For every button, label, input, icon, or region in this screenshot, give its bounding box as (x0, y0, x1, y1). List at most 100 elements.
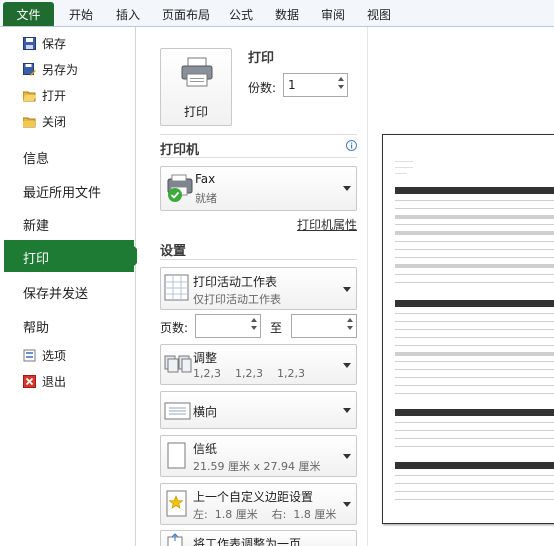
nav-print-label: 打印 (23, 252, 50, 267)
nav-open[interactable]: 打开 (22, 85, 66, 105)
preview-row (395, 282, 554, 283)
preview-row (395, 337, 554, 338)
preview-row (395, 430, 554, 431)
printer-dropdown[interactable]: Fax 就绪 (160, 166, 357, 211)
pages-to-label: 至 (270, 321, 283, 335)
open-folder-icon (22, 89, 36, 102)
nav-new[interactable]: 新建 (23, 214, 49, 234)
exit-icon (23, 374, 36, 388)
print-scope-dropdown[interactable]: 打印活动工作表 仅打印活动工作表 (160, 267, 357, 310)
save-as-icon (23, 62, 36, 76)
preview-page: —————— —————— ———— (382, 134, 554, 524)
printer-icon (181, 57, 213, 90)
ribbon-tab-bar: 文件 开始 插入 页面布局 公式 数据 审阅 视图 (0, 0, 554, 27)
nav-close[interactable]: 关闭 (22, 111, 67, 131)
tab-view[interactable]: 视图 (367, 6, 391, 23)
tab-page-layout[interactable]: 页面布局 (162, 6, 210, 23)
scaling-dropdown[interactable]: 将工作表调整为一页 (160, 530, 357, 546)
preview-row (395, 345, 554, 346)
scaling-title: 将工作表调整为一页 (193, 537, 302, 546)
copies-input[interactable]: 1 (283, 73, 348, 97)
preview-row (395, 483, 554, 484)
fax-printer-icon (165, 173, 195, 206)
pages-to-input[interactable] (291, 314, 357, 338)
paper-icon (167, 442, 189, 475)
preview-row (395, 224, 554, 225)
nav-save-label: 保存 (42, 36, 67, 51)
tab-insert[interactable]: 插入 (116, 6, 140, 23)
collate-desc: 1,2,3 1,2,3 1,2,3 (193, 367, 305, 380)
preview-row (395, 491, 554, 492)
printer-status: 就绪 (195, 192, 217, 205)
preview-row (395, 249, 554, 250)
orientation-title: 横向 (193, 405, 218, 419)
printer-name: Fax (195, 172, 216, 186)
nav-exit[interactable]: 退出 (23, 371, 66, 391)
tab-home[interactable]: 开始 (69, 6, 93, 23)
nav-save[interactable]: 保存 (23, 33, 66, 53)
close-folder-icon (22, 115, 36, 128)
tab-file[interactable]: 文件 (3, 2, 54, 26)
nav-save-send[interactable]: 保存并发送 (23, 282, 88, 302)
printer-properties-link[interactable]: 打印机属性 (297, 216, 357, 233)
preview-row (395, 499, 554, 500)
pages-label: 页数: (160, 321, 189, 335)
divider (160, 259, 357, 260)
info-icon[interactable] (346, 140, 357, 154)
nav-info[interactable]: 信息 (23, 147, 49, 167)
preview-row (395, 208, 554, 209)
collate-title: 调整 (193, 351, 218, 365)
orientation-dropdown[interactable]: 横向 (160, 391, 357, 429)
preview-header-band (395, 300, 554, 307)
preview-row (395, 377, 554, 378)
pages-from-spinner[interactable] (249, 317, 258, 330)
preview-row (395, 257, 554, 258)
paper-title: 信纸 (193, 442, 218, 456)
nav-exit-label: 退出 (42, 374, 67, 389)
collate-dropdown[interactable]: 调整 1,2,3 1,2,3 1,2,3 (160, 344, 357, 385)
options-icon (23, 349, 36, 362)
print-button[interactable]: 打印 (160, 48, 232, 126)
chevron-down-icon (343, 408, 351, 413)
printer-heading: 打印机 (160, 143, 200, 158)
nav-options[interactable]: 选项 (23, 345, 66, 365)
chevron-down-icon (343, 186, 351, 191)
tab-data[interactable]: 数据 (275, 6, 299, 23)
nav-print[interactable]: 打印 (4, 240, 144, 272)
divider (160, 134, 357, 135)
nav-save-as-label: 另存为 (42, 62, 79, 77)
print-heading: 打印 (248, 51, 275, 66)
preview-row (395, 241, 554, 242)
nav-help[interactable]: 帮助 (23, 316, 49, 336)
preview-row (395, 231, 554, 235)
pages-from-input[interactable] (195, 314, 261, 338)
preview-row (395, 361, 554, 362)
preview-row (395, 393, 554, 394)
preview-row (395, 369, 554, 370)
chevron-down-icon (343, 502, 351, 507)
copies-spinner[interactable] (336, 76, 345, 89)
nav-save-as[interactable]: 另存为 (23, 59, 78, 79)
nav-options-label: 选项 (42, 348, 67, 363)
nav-close-label: 关闭 (42, 114, 67, 129)
nav-recent[interactable]: 最近所用文件 (23, 181, 101, 201)
collate-icon (164, 353, 192, 380)
print-scope-title: 打印活动工作表 (193, 275, 278, 289)
print-scope-desc: 仅打印活动工作表 (193, 293, 281, 306)
preview-row (395, 264, 554, 268)
margins-dropdown[interactable]: 上一个自定义边距设置 左: 1.8 厘米 右: 1.8 厘米 (160, 483, 357, 525)
print-preview-pane[interactable]: —————— —————— ———— (367, 27, 554, 546)
chevron-down-icon (343, 287, 351, 292)
pages-to-spinner[interactable] (345, 317, 354, 330)
backstage-nav: 保存 另存为 打开 关闭 信息 最近所用文件 新建 打印 保存并发送 帮助 选项 (0, 27, 144, 546)
preview-row (395, 200, 554, 201)
paper-size-dropdown[interactable]: 信纸 21.59 厘米 x 27.94 厘米 (160, 435, 357, 477)
settings-heading: 设置 (160, 244, 187, 259)
preview-text: ———— (395, 171, 407, 175)
preview-row (395, 321, 554, 322)
preview-row (395, 352, 554, 356)
tab-formulas[interactable]: 公式 (229, 6, 253, 23)
tab-review[interactable]: 审阅 (321, 6, 345, 23)
preview-header-band (395, 187, 554, 194)
preview-row (395, 438, 554, 439)
